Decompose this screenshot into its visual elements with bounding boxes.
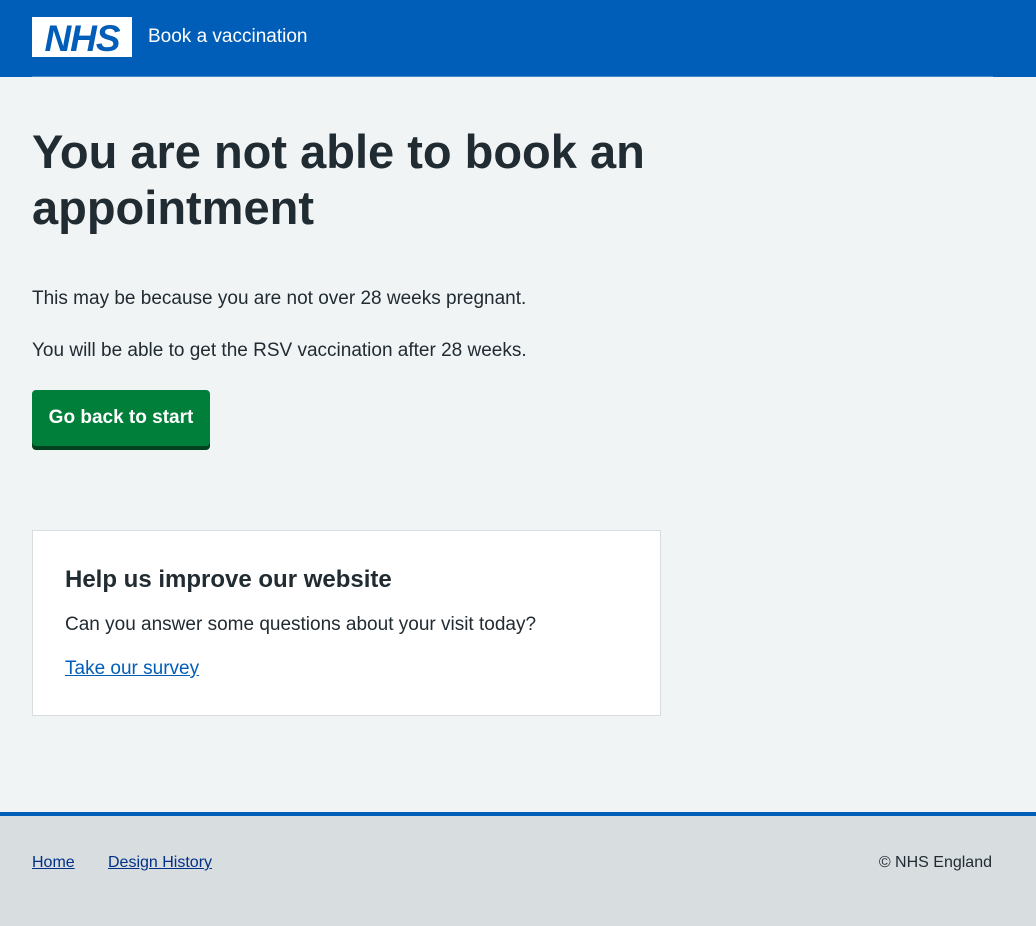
go-back-to-start-button[interactable]: Go back to start [32, 390, 210, 446]
svg-text:NHS: NHS [44, 18, 120, 57]
feedback-card: Help us improve our website Can you answ… [32, 530, 661, 716]
feedback-title: Help us improve our website [65, 566, 392, 593]
nhs-logo[interactable]: NHS [32, 17, 132, 57]
survey-link[interactable]: Take our survey [65, 657, 199, 681]
info-text: You will be able to get the RSV vaccinat… [32, 340, 527, 361]
header-divider [32, 76, 993, 77]
footer-link-home[interactable]: Home [32, 853, 75, 873]
footer-link-design-history[interactable]: Design History [108, 853, 212, 873]
site-footer: Home Design History © NHS England [0, 812, 1036, 926]
reason-text: This may be because you are not over 28 … [32, 288, 527, 309]
service-name[interactable]: Book a vaccination [148, 25, 308, 49]
copyright-text: © NHS England [878, 854, 992, 871]
site-header: NHS Book a vaccination [0, 0, 1036, 77]
feedback-text: Can you answer some questions about your… [65, 614, 537, 635]
page-title: You are not able to book an appointment [32, 125, 645, 234]
